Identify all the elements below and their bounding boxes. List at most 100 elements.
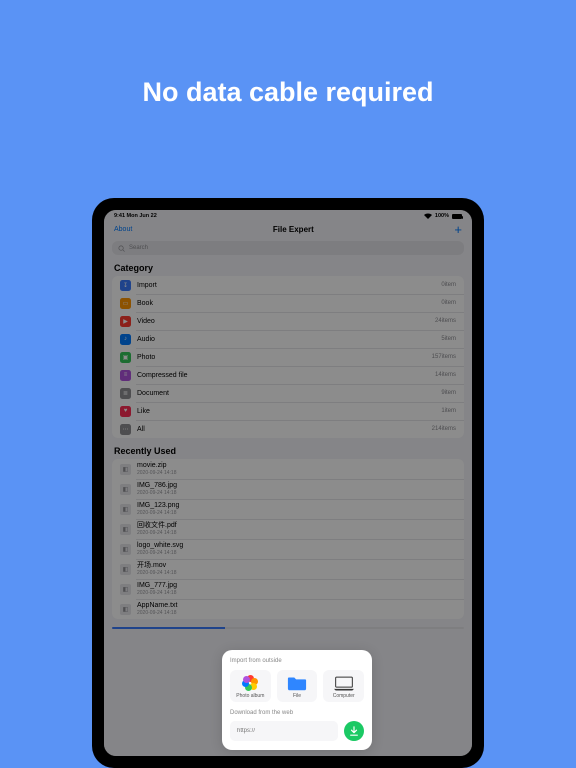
about-button[interactable]: About [114,226,132,233]
recent-row[interactable]: ◧ 回收文件.pdf2020-09-24 14:18 [112,519,464,539]
category-label: Audio [137,336,441,343]
category-label: Video [137,318,435,325]
recent-heading: Recently Used [114,446,462,456]
category-heading: Category [114,263,462,273]
import-card: Import from outside Photo album [222,650,372,750]
category-icon: ♪ [120,334,131,345]
file-icon: ◧ [120,464,131,475]
battery-percent: 100% [435,213,449,219]
import-option-photo-album[interactable]: Photo album [230,670,271,702]
opt-label: File [293,693,301,699]
category-icon: ≣ [120,388,131,399]
import-option-computer[interactable]: Computer [323,670,364,702]
file-label: logo_white.svg [137,542,183,550]
status-bar: 9:41 Mon Jun 22 100% [104,210,472,221]
category-label: Compressed file [137,372,435,379]
search-input[interactable]: Search [112,241,464,255]
category-label: Book [137,300,441,307]
search-icon [118,245,125,252]
download-icon [349,726,359,736]
app-title: File Expert [273,225,314,234]
file-sub: 2020-09-24 14:18 [137,610,177,616]
category-meta: 14items [435,372,456,378]
category-icon: ⋯ [120,424,131,435]
file-label: AppName.txt [137,602,177,610]
progress-bar [112,627,464,629]
category-meta: 5item [441,336,456,342]
file-sub: 2020-09-24 14:18 [137,490,177,496]
category-row[interactable]: ⋯ All214items [112,420,464,438]
import-option-file[interactable]: File [277,670,318,702]
category-meta: 214items [432,426,456,432]
download-button[interactable] [344,721,364,741]
folder-icon [287,674,307,692]
photo-album-icon [240,674,260,692]
recent-row[interactable]: ◧ 开场.mov2020-09-24 14:18 [112,559,464,579]
category-row[interactable]: ▭ Book0item [112,294,464,312]
category-row[interactable]: ≣ Document9item [112,384,464,402]
category-meta: 157items [432,354,456,360]
file-sub: 2020-09-24 14:18 [137,510,179,516]
file-icon: ◧ [120,524,131,535]
file-sub: 2020-09-24 14:18 [137,550,183,556]
category-meta: 0item [441,282,456,288]
recent-row[interactable]: ◧ IMG_123.png2020-09-24 14:18 [112,499,464,519]
category-list: ↧Import0item▭Book0item▶Video24items♪Audi… [112,276,464,438]
category-icon: ▣ [120,352,131,363]
search-placeholder: Search [129,245,148,251]
screen: 9:41 Mon Jun 22 100% About File Expert +… [104,210,472,756]
category-meta: 1item [441,408,456,414]
wifi-icon [424,213,432,219]
category-label: Like [137,408,441,415]
file-sub: 2020-09-24 14:18 [137,530,177,536]
file-label: 回收文件.pdf [137,522,177,530]
file-icon: ◧ [120,504,131,515]
category-label: Document [137,390,441,397]
category-row[interactable]: ▶ Video24items [112,312,464,330]
file-icon: ◧ [120,604,131,615]
category-row[interactable]: ♥ Like1item [112,402,464,420]
category-icon: ▶ [120,316,131,327]
tablet-frame: 9:41 Mon Jun 22 100% About File Expert +… [92,198,484,768]
category-icon: ▭ [120,298,131,309]
recent-row[interactable]: ◧IMG_786.jpg2020-09-24 14:18 [112,479,464,499]
file-sub: 2020-09-24 14:18 [137,570,176,576]
status-indicators: 100% [424,213,462,219]
file-label: movie.zip [137,462,176,470]
status-time: 9:41 Mon Jun 22 [114,213,157,219]
category-row[interactable]: ♪ Audio5item [112,330,464,348]
file-label: IMG_123.png [137,502,179,510]
file-label: IMG_786.jpg [137,482,177,490]
category-meta: 9item [441,390,456,396]
file-icon: ◧ [120,584,131,595]
opt-label: Photo album [236,693,264,699]
file-label: 开场.mov [137,562,176,570]
category-label: Import [137,282,441,289]
battery-icon [452,214,462,219]
file-label: IMG_777.jpg [137,582,177,590]
file-sub: 2020-09-24 14:18 [137,470,176,476]
category-icon: ♥ [120,406,131,417]
recent-row[interactable]: ◧ movie.zip2020-09-24 14:18 [112,459,464,479]
recent-row[interactable]: ◧ IMG_777.jpg2020-09-24 14:18 [112,579,464,599]
category-label: All [137,426,432,433]
import-heading: Import from outside [230,658,364,664]
file-sub: 2020-09-24 14:18 [137,590,177,596]
category-meta: 0item [441,300,456,306]
recent-row[interactable]: ◧ AppName.txt2020-09-24 14:18 [112,599,464,619]
category-icon: ≡ [120,370,131,381]
navbar: About File Expert + [104,221,472,238]
category-row[interactable]: ≡ Compressed file14items [112,366,464,384]
add-button[interactable]: + [454,226,462,234]
category-row[interactable]: ↧ Import0item [112,276,464,294]
file-icon: ◧ [120,564,131,575]
category-meta: 24items [435,318,456,324]
opt-label: Computer [333,693,355,699]
computer-icon [334,674,354,692]
category-row[interactable]: ▣Photo157items [112,348,464,366]
recent-row[interactable]: ◧ logo_white.svg2020-09-24 14:18 [112,539,464,559]
download-heading: Download from the web [230,710,364,716]
category-icon: ↧ [120,280,131,291]
download-url-input[interactable] [230,721,338,741]
file-icon: ◧ [120,544,131,555]
